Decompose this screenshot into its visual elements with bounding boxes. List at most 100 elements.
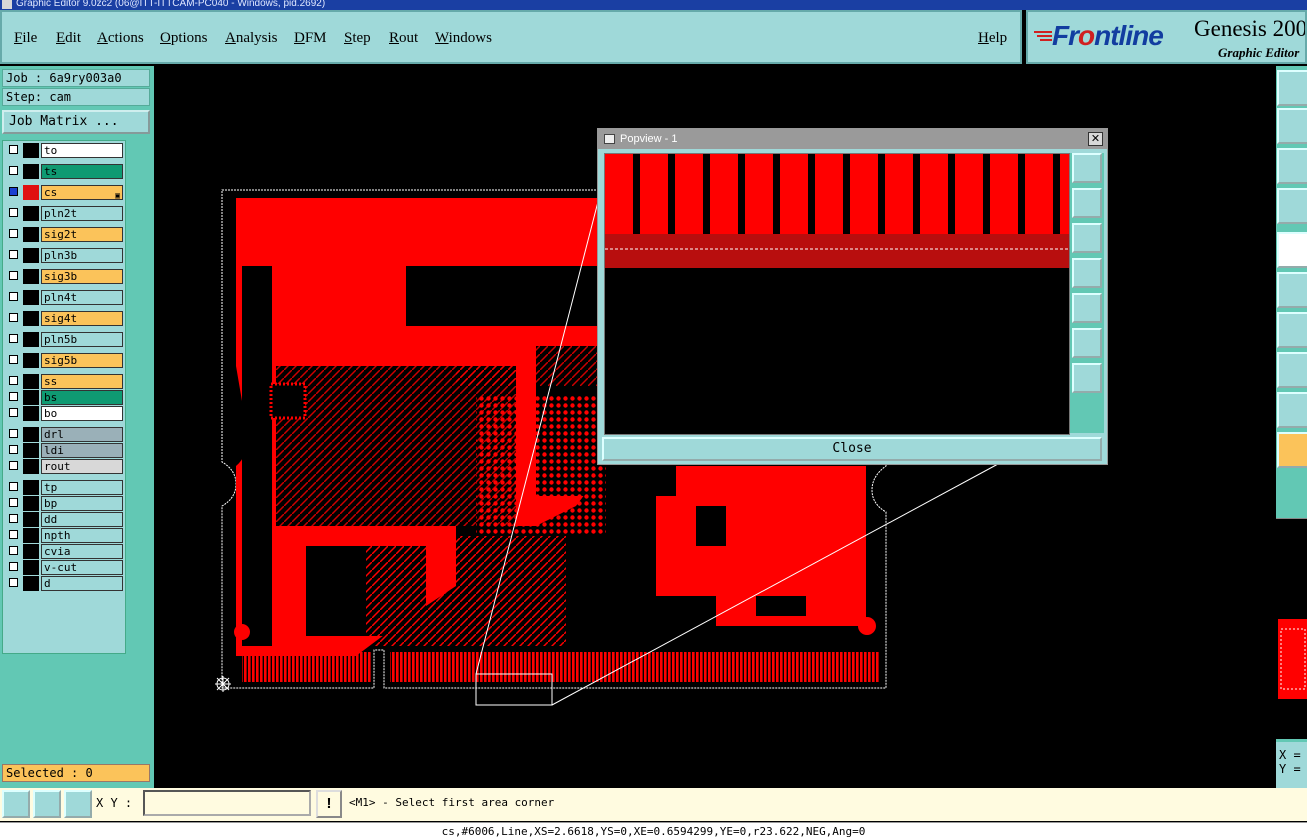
- layer-name[interactable]: ldi: [41, 443, 123, 458]
- layer-color-swatch[interactable]: [23, 560, 39, 575]
- layer-name[interactable]: bo: [41, 406, 123, 421]
- menu-analysis[interactable]: Analysis: [225, 30, 278, 47]
- measure-tool-icon[interactable]: [1277, 312, 1307, 348]
- layer-name[interactable]: pln2t: [41, 206, 123, 221]
- overview-map[interactable]: [1276, 518, 1307, 739]
- layer-row-v-cut[interactable]: v-cut: [6, 560, 124, 575]
- layer-row-bo[interactable]: bo: [6, 406, 124, 421]
- grid-mode-icon[interactable]: [64, 790, 92, 818]
- layer-checkbox[interactable]: [9, 578, 18, 587]
- layer-row-ss[interactable]: ss: [6, 374, 124, 389]
- layer-color-swatch[interactable]: [23, 227, 39, 242]
- pan-down-icon[interactable]: [1072, 223, 1102, 253]
- menu-windows[interactable]: Windows: [435, 30, 492, 47]
- layer-checkbox[interactable]: [9, 461, 18, 470]
- layer-name[interactable]: rout: [41, 459, 123, 474]
- layer-color-swatch[interactable]: [23, 164, 39, 179]
- layer-row-ldi[interactable]: ldi: [6, 443, 124, 458]
- layer-checkbox[interactable]: [9, 546, 18, 555]
- layer-row-pln2t[interactable]: pln2t: [6, 206, 124, 221]
- layer-name[interactable]: ts: [41, 164, 123, 179]
- layer-name[interactable]: tp: [41, 480, 123, 495]
- display-up-icon[interactable]: [1277, 70, 1307, 106]
- layer-row-npth[interactable]: npth: [6, 528, 124, 543]
- line-mode-icon[interactable]: [2, 790, 30, 818]
- layer-checkbox[interactable]: [9, 145, 18, 154]
- layer-name[interactable]: sig3b: [41, 269, 123, 284]
- layer-name[interactable]: drl: [41, 427, 123, 442]
- layer-name[interactable]: npth: [41, 528, 123, 543]
- layer-color-swatch[interactable]: [23, 496, 39, 511]
- popview-canvas[interactable]: [604, 153, 1070, 435]
- layer-row-sig5b[interactable]: sig5b: [6, 353, 124, 368]
- layer-name[interactable]: cs ▣: [41, 185, 123, 200]
- layer-checkbox[interactable]: [9, 376, 18, 385]
- layer-row-d[interactable]: d: [6, 576, 124, 591]
- layer-checkbox[interactable]: [9, 392, 18, 401]
- layer-checkbox[interactable]: [9, 408, 18, 417]
- layer-row-cvia[interactable]: cvia: [6, 544, 124, 559]
- layer-name[interactable]: d: [41, 576, 123, 591]
- select-tool-icon[interactable]: [1277, 352, 1307, 388]
- layer-row-bs[interactable]: bs: [6, 390, 124, 405]
- layer-row-ts[interactable]: ts: [6, 164, 124, 179]
- layer-checkbox[interactable]: [9, 313, 18, 322]
- pan-up-icon[interactable]: [1072, 188, 1102, 218]
- layer-color-swatch[interactable]: [23, 185, 39, 200]
- zoom-in-icon[interactable]: [1072, 328, 1102, 358]
- layer-checkbox[interactable]: [9, 166, 18, 175]
- layer-name[interactable]: sig2t: [41, 227, 123, 242]
- layer-color-swatch[interactable]: [23, 248, 39, 263]
- layer-color-swatch[interactable]: [23, 512, 39, 527]
- layer-color-swatch[interactable]: [23, 332, 39, 347]
- angle-tool-icon[interactable]: [1277, 392, 1307, 428]
- pan-left-icon[interactable]: [1072, 258, 1102, 288]
- layer-color-swatch[interactable]: [23, 311, 39, 326]
- close-icon[interactable]: ✕: [1088, 132, 1103, 146]
- layer-name[interactable]: bs: [41, 390, 123, 405]
- layer-row-bp[interactable]: bp: [6, 496, 124, 511]
- layer-name[interactable]: pln4t: [41, 290, 123, 305]
- xy-input[interactable]: [143, 790, 311, 816]
- menu-dfm[interactable]: DFM: [294, 30, 327, 47]
- layer-color-swatch[interactable]: [23, 480, 39, 495]
- layer-color-swatch[interactable]: [23, 290, 39, 305]
- layer-row-pln3b[interactable]: pln3b: [6, 248, 124, 263]
- layer-name[interactable]: to: [41, 143, 123, 158]
- layer-color-swatch[interactable]: [23, 390, 39, 405]
- layer-name[interactable]: sig4t: [41, 311, 123, 326]
- layer-name[interactable]: cvia: [41, 544, 123, 559]
- job-matrix-button[interactable]: Job Matrix ...: [2, 110, 150, 134]
- layer-color-swatch[interactable]: [23, 427, 39, 442]
- layer-checkbox[interactable]: [9, 271, 18, 280]
- layer-row-tp[interactable]: tp: [6, 480, 124, 495]
- popview-title-bar[interactable]: Popview - 1 ✕: [598, 129, 1107, 149]
- pad-tool-icon[interactable]: [1277, 232, 1307, 268]
- layer-row-sig3b[interactable]: sig3b: [6, 269, 124, 284]
- popview-close-button[interactable]: Close: [602, 437, 1102, 461]
- layer-row-to[interactable]: to: [6, 143, 124, 158]
- menu-actions[interactable]: Actions: [97, 30, 144, 47]
- layer-name[interactable]: bp: [41, 496, 123, 511]
- layer-checkbox[interactable]: [9, 250, 18, 259]
- layer-row-pln4t[interactable]: pln4t: [6, 290, 124, 305]
- layer-color-swatch[interactable]: [23, 143, 39, 158]
- layer-name[interactable]: pln5b: [41, 332, 123, 347]
- menu-step[interactable]: Step: [344, 30, 371, 47]
- layer-row-drl[interactable]: drl: [6, 427, 124, 442]
- layer-checkbox[interactable]: [9, 229, 18, 238]
- layer-row-pln5b[interactable]: pln5b: [6, 332, 124, 347]
- layer-name[interactable]: v-cut: [41, 560, 123, 575]
- layer-color-swatch[interactable]: [23, 443, 39, 458]
- zoom-out-icon[interactable]: [1072, 363, 1102, 393]
- menu-help[interactable]: Help: [978, 30, 1007, 47]
- layer-checkbox[interactable]: [9, 187, 18, 196]
- layer-checkbox[interactable]: [9, 530, 18, 539]
- snap-settings-icon[interactable]: [1277, 188, 1307, 224]
- pan-right-icon[interactable]: [1072, 293, 1102, 323]
- layer-row-cs[interactable]: cs ▣: [6, 185, 124, 200]
- layer-row-dd[interactable]: dd: [6, 512, 124, 527]
- layer-color-swatch[interactable]: [23, 406, 39, 421]
- menu-edit[interactable]: Edit: [56, 30, 81, 47]
- layer-checkbox[interactable]: [9, 514, 18, 523]
